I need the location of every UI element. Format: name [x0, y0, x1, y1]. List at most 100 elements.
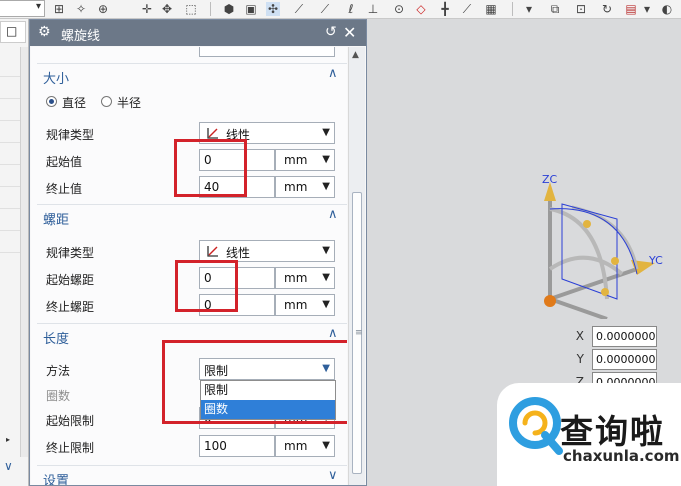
zoom-icon[interactable]: ⊡	[574, 2, 588, 16]
view-fit-icon[interactable]: ⧉	[548, 2, 562, 16]
length-end-limit-input[interactable]: 100	[199, 435, 275, 457]
section-pitch-header[interactable]: 螺距 ∧	[37, 204, 347, 228]
navigator-scrollbar[interactable]	[20, 47, 28, 457]
pitch-start-unit-select[interactable]: mm ▼	[275, 267, 335, 289]
solid-icon[interactable]: ⬢	[222, 2, 236, 16]
window-icon: □	[6, 24, 18, 38]
navigator-row	[0, 209, 22, 231]
coord-row-y: Y 0.0000000	[563, 348, 658, 371]
helix-dialog: ⚙ 螺旋线 ↺ ✕ 大小 ∧ 直径 半径 规律类型 线性 ▼ 起始值 0 mm …	[29, 19, 367, 486]
center-point-icon[interactable]: ⊙	[392, 2, 406, 16]
chevron-down-icon: ▼	[322, 440, 330, 451]
axis-y-label: YC	[648, 254, 663, 267]
snap-icon[interactable]: ✧	[74, 2, 88, 16]
section-settings-title: 设置	[43, 474, 70, 485]
layout-dropdown-icon[interactable]: ▾	[640, 2, 654, 16]
navigator-row	[0, 187, 22, 209]
navigator-row	[0, 143, 22, 165]
intersection-icon[interactable]: ╋	[438, 2, 452, 16]
chevron-down-icon: ▼	[322, 181, 330, 192]
section-settings-header[interactable]: 设置 ∨	[37, 465, 347, 485]
coord-x-label: X	[575, 329, 584, 343]
box-select-icon[interactable]: ⬚	[184, 2, 198, 16]
cube-icon[interactable]: ▣	[244, 2, 258, 16]
navigator-tab[interactable]: □	[0, 21, 26, 43]
expand-chevron-icon[interactable]: ∨	[328, 468, 338, 483]
section-pitch-title: 螺距	[43, 213, 70, 228]
chevron-down-icon: ▼	[322, 154, 330, 165]
navigator-row	[0, 165, 22, 187]
gear-icon: ⚙	[38, 24, 51, 40]
radio-diameter[interactable]	[46, 96, 57, 107]
watermark-logo-icon	[509, 397, 563, 455]
rotate-icon[interactable]: ↻	[600, 2, 614, 16]
size-end-label: 终止值	[46, 182, 83, 196]
quadrant-icon[interactable]: ◇	[414, 2, 428, 16]
dialog-title: 螺旋线	[61, 29, 101, 44]
law-linear-icon	[207, 246, 218, 257]
end-point-icon[interactable]: ⟋	[318, 2, 332, 16]
snap-plus-icon[interactable]: ⊕	[96, 2, 110, 16]
partial-field[interactable]	[199, 47, 335, 57]
pitch-end-unit-select[interactable]: mm ▼	[275, 294, 335, 316]
navigator-row	[0, 55, 22, 77]
select-filter-icon[interactable]: ⊞	[52, 2, 66, 16]
chevron-down-icon: ▼	[322, 245, 330, 256]
point-icon[interactable]: ✛	[140, 2, 154, 16]
grid-icon[interactable]: ▦	[484, 2, 498, 16]
pitch-law-type-select[interactable]: 线性 ▼	[199, 240, 335, 262]
grid-snap-icon[interactable]: ✣	[266, 2, 280, 16]
collapse-chevron-icon[interactable]: ∧	[328, 207, 338, 222]
toolbar-separator	[210, 2, 211, 16]
toolbar-separator	[512, 2, 513, 16]
law-linear-icon	[207, 128, 218, 139]
dialog-scrollbar[interactable]: ▲ ≡	[348, 47, 365, 485]
pitch-start-unit: mm	[284, 271, 308, 285]
arc-icon[interactable]: ℓ	[344, 2, 358, 16]
wcs-triad	[544, 182, 655, 319]
line-icon[interactable]: ⟋	[292, 2, 306, 16]
chevron-down-icon: ▼	[322, 299, 330, 310]
pitch-law-type-value: 线性	[226, 246, 251, 260]
size-start-unit: mm	[284, 153, 308, 167]
coord-y-input[interactable]: 0.0000000	[592, 349, 657, 370]
size-end-unit-select[interactable]: mm ▼	[275, 176, 335, 198]
length-end-limit-value: 100	[204, 439, 227, 453]
section-length-title: 长度	[43, 332, 70, 347]
top-toolbar: ⊞ ✧ ⊕ ✛ ✥ ⬚ ⬢ ▣ ✣ ⟋ ⟋ ℓ ⊥ ⊙ ◇ ╋ ⟋ ▦ ▾ ⧉ …	[0, 0, 681, 19]
expand-chevron-icon[interactable]: ∨	[4, 459, 13, 473]
highlight-length-method	[162, 340, 347, 424]
length-end-limit-unit-select[interactable]: mm ▼	[275, 435, 335, 457]
layout-icon[interactable]: ▤	[624, 2, 638, 16]
dialog-titlebar: ⚙ 螺旋线 ↺ ✕	[30, 20, 366, 46]
reset-icon[interactable]: ↺	[325, 24, 337, 40]
navigator-row	[0, 231, 22, 253]
radio-radius-label: 半径	[117, 96, 142, 110]
grip-icon: ≡	[355, 328, 363, 338]
navigator-row	[0, 99, 22, 121]
size-start-unit-select[interactable]: mm ▼	[275, 149, 335, 171]
collapse-chevron-icon[interactable]: ∧	[328, 326, 338, 341]
perpendicular-icon[interactable]: ⊥	[366, 2, 380, 16]
length-start-limit-label: 起始限制	[46, 414, 95, 428]
section-size-header[interactable]: 大小 ∧	[37, 63, 347, 87]
more-icon[interactable]: ▾	[522, 2, 536, 16]
move-icon[interactable]: ✥	[160, 2, 174, 16]
render-icon[interactable]: ◐	[660, 2, 674, 16]
graphics-viewport[interactable]: ZC YC X 0.0000000 Y 0.0000000 Z 0.000000…	[367, 19, 681, 486]
pitch-end-unit: mm	[284, 298, 308, 312]
coord-y-label: Y	[576, 352, 584, 366]
scroll-right-icon[interactable]: ▸	[6, 435, 10, 444]
close-icon[interactable]: ✕	[343, 23, 356, 42]
collapse-chevron-icon[interactable]: ∧	[328, 66, 338, 81]
pitch-law-type-label: 规律类型	[46, 246, 95, 260]
scroll-up-icon[interactable]: ▲	[352, 50, 359, 60]
coord-x-input[interactable]: 0.0000000	[592, 326, 657, 347]
scrollbar-thumb[interactable]: ≡	[352, 192, 363, 474]
toolbar-combo[interactable]	[0, 0, 45, 17]
radio-radius[interactable]	[101, 96, 112, 107]
pitch-start-label: 起始螺距	[46, 273, 95, 287]
length-method-label: 方法	[46, 364, 71, 378]
tangent-icon[interactable]: ⟋	[460, 2, 474, 16]
radio-diameter-label: 直径	[62, 96, 87, 110]
